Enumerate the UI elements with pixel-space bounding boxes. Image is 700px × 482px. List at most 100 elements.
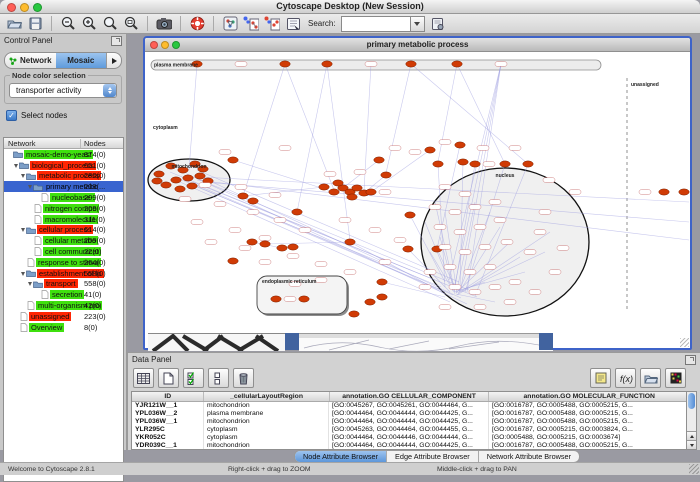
network-node[interactable] xyxy=(406,61,416,67)
tree-expander-icon[interactable] xyxy=(28,282,32,288)
tree-row[interactable]: biological_process651(0) xyxy=(4,160,123,171)
network-node[interactable] xyxy=(523,161,533,167)
show-selected-nodes-icon[interactable] xyxy=(264,16,280,31)
notepad-icon[interactable] xyxy=(590,368,611,388)
node-label-capsule[interactable] xyxy=(287,254,299,259)
node-label-capsule[interactable] xyxy=(239,246,251,251)
node-label-capsule[interactable] xyxy=(489,285,501,290)
table-column-header[interactable]: annotation.GO CELLULAR_COMPONENT xyxy=(330,392,490,401)
more-tabs-arrow-icon[interactable] xyxy=(106,53,121,68)
network-node[interactable] xyxy=(195,173,205,179)
node-label-capsule[interactable] xyxy=(389,146,401,151)
node-label-capsule[interactable] xyxy=(269,193,281,198)
node-label-capsule[interactable] xyxy=(259,236,271,241)
unselect-attributes-icon[interactable] xyxy=(208,368,229,388)
import-attributes-icon[interactable] xyxy=(640,368,661,388)
tree-row[interactable]: cellular process614(0) xyxy=(4,225,123,236)
search-dropdown-icon[interactable] xyxy=(410,16,425,32)
node-label-capsule[interactable] xyxy=(279,146,291,151)
tree-row[interactable]: mosaic-demo-yeast874(0) xyxy=(4,149,123,160)
table-cell[interactable]: [GO:0045267, GO:0045261, GO:0044464, G..… xyxy=(329,402,489,410)
node-label-capsule[interactable] xyxy=(495,62,507,67)
tree-row[interactable]: multi-organism pro42(0) xyxy=(4,300,123,311)
table-cell[interactable]: mitochondrion xyxy=(204,442,329,450)
tab-edge-attribute-browser[interactable]: Edge Attribute Browser xyxy=(387,451,479,462)
network-edge[interactable] xyxy=(190,184,441,287)
tree-row[interactable]: nitrogen compo209(0) xyxy=(4,203,123,214)
node-label-capsule[interactable] xyxy=(549,270,561,275)
network-node[interactable] xyxy=(319,184,329,190)
node-label-capsule[interactable] xyxy=(489,200,501,205)
tree-row[interactable]: metabolic process280(0) xyxy=(4,171,123,182)
node-label-capsule[interactable] xyxy=(179,197,191,202)
tree-expander-icon[interactable] xyxy=(28,185,32,191)
node-label-capsule[interactable] xyxy=(534,230,546,235)
node-label-capsule[interactable] xyxy=(235,62,247,67)
node-label-capsule[interactable] xyxy=(191,220,203,225)
node-label-capsule[interactable] xyxy=(439,185,451,190)
node-label-capsule[interactable] xyxy=(501,240,513,245)
node-color-combobox[interactable]: transporter activity xyxy=(9,83,117,98)
node-label-capsule[interactable] xyxy=(369,228,381,233)
network-node[interactable] xyxy=(377,279,387,285)
table-column-header[interactable]: annotation.GO MOLECULAR_FUNCTION xyxy=(489,392,690,401)
node-label-capsule[interactable] xyxy=(429,205,441,210)
table-cell[interactable]: YKR052C xyxy=(132,434,204,442)
combobox-stepper-icon[interactable] xyxy=(103,84,116,97)
search-input[interactable] xyxy=(341,16,410,32)
tree-row[interactable]: establishment of lo558(0) xyxy=(4,268,123,279)
table-cell[interactable]: cytoplasm xyxy=(204,426,329,434)
tree-expander-icon[interactable] xyxy=(21,272,25,278)
node-label-capsule[interactable] xyxy=(379,190,391,195)
node-label-capsule[interactable] xyxy=(524,250,536,255)
select-attributes-icon[interactable] xyxy=(183,368,204,388)
table-cell[interactable]: [GO:0044464, GO:0044444, GO:0044425, G..… xyxy=(329,410,489,418)
table-cell[interactable]: YPL036W__1 xyxy=(132,418,204,426)
background-window-overview[interactable] xyxy=(148,333,285,351)
tree-header[interactable]: Network Nodes xyxy=(4,138,123,149)
node-label-capsule[interactable] xyxy=(459,192,471,197)
scroll-up-icon[interactable] xyxy=(687,431,696,440)
zoom-window-icon[interactable] xyxy=(33,3,42,12)
node-label-capsule[interactable] xyxy=(477,146,489,151)
scrollbar-thumb[interactable] xyxy=(688,393,695,409)
node-label-capsule[interactable] xyxy=(469,205,481,210)
node-label-capsule[interactable] xyxy=(315,278,327,283)
attribute-table[interactable]: ID_cellularLayoutRegionannotation.GO CEL… xyxy=(131,391,691,450)
table-cell[interactable]: [GO:0044464, GO:0044444, GO:0044425, G..… xyxy=(329,442,489,450)
network-node[interactable] xyxy=(452,61,462,67)
node-label-capsule[interactable] xyxy=(344,270,356,275)
tree-expander-icon[interactable] xyxy=(21,174,25,180)
network-node[interactable] xyxy=(405,212,415,218)
network-edge[interactable] xyxy=(386,64,411,173)
table-cell[interactable]: [GO:0016787, GO:0005488, GO:0005215, G..… xyxy=(489,410,690,418)
node-label-capsule[interactable] xyxy=(219,150,231,155)
node-label-capsule[interactable] xyxy=(299,228,311,233)
background-window-network[interactable] xyxy=(299,333,553,351)
network-node[interactable] xyxy=(292,209,302,215)
attribute-grid-icon[interactable] xyxy=(133,368,154,388)
network-node[interactable] xyxy=(299,296,309,302)
network-node[interactable] xyxy=(500,161,510,167)
minimize-window-icon[interactable] xyxy=(20,3,29,12)
node-label-capsule[interactable] xyxy=(324,172,336,177)
node-label-capsule[interactable] xyxy=(479,245,491,250)
hide-selected-nodes-icon[interactable] xyxy=(243,16,259,31)
network-canvas[interactable]: plasma membranecytoplasmmitochondrionnuc… xyxy=(145,52,690,348)
network-node[interactable] xyxy=(322,61,332,67)
network-node[interactable] xyxy=(347,194,357,200)
table-cell[interactable]: [GO:0016787, GO:0005488, GO:0005215, G..… xyxy=(489,418,690,426)
node-label-capsule[interactable] xyxy=(474,225,486,230)
zoom-in-icon[interactable] xyxy=(81,16,97,31)
network-node[interactable] xyxy=(152,178,162,184)
network-node[interactable] xyxy=(679,189,689,195)
network-node[interactable] xyxy=(458,159,468,165)
node-label-capsule[interactable] xyxy=(205,240,217,245)
node-label-capsule[interactable] xyxy=(439,140,451,145)
table-cell[interactable]: YPL036W__2 xyxy=(132,410,204,418)
float-panel-icon[interactable] xyxy=(111,36,122,46)
network-node[interactable] xyxy=(187,183,197,189)
node-label-capsule[interactable] xyxy=(569,190,581,195)
node-label-capsule[interactable] xyxy=(274,218,286,223)
network-node[interactable] xyxy=(425,147,435,153)
